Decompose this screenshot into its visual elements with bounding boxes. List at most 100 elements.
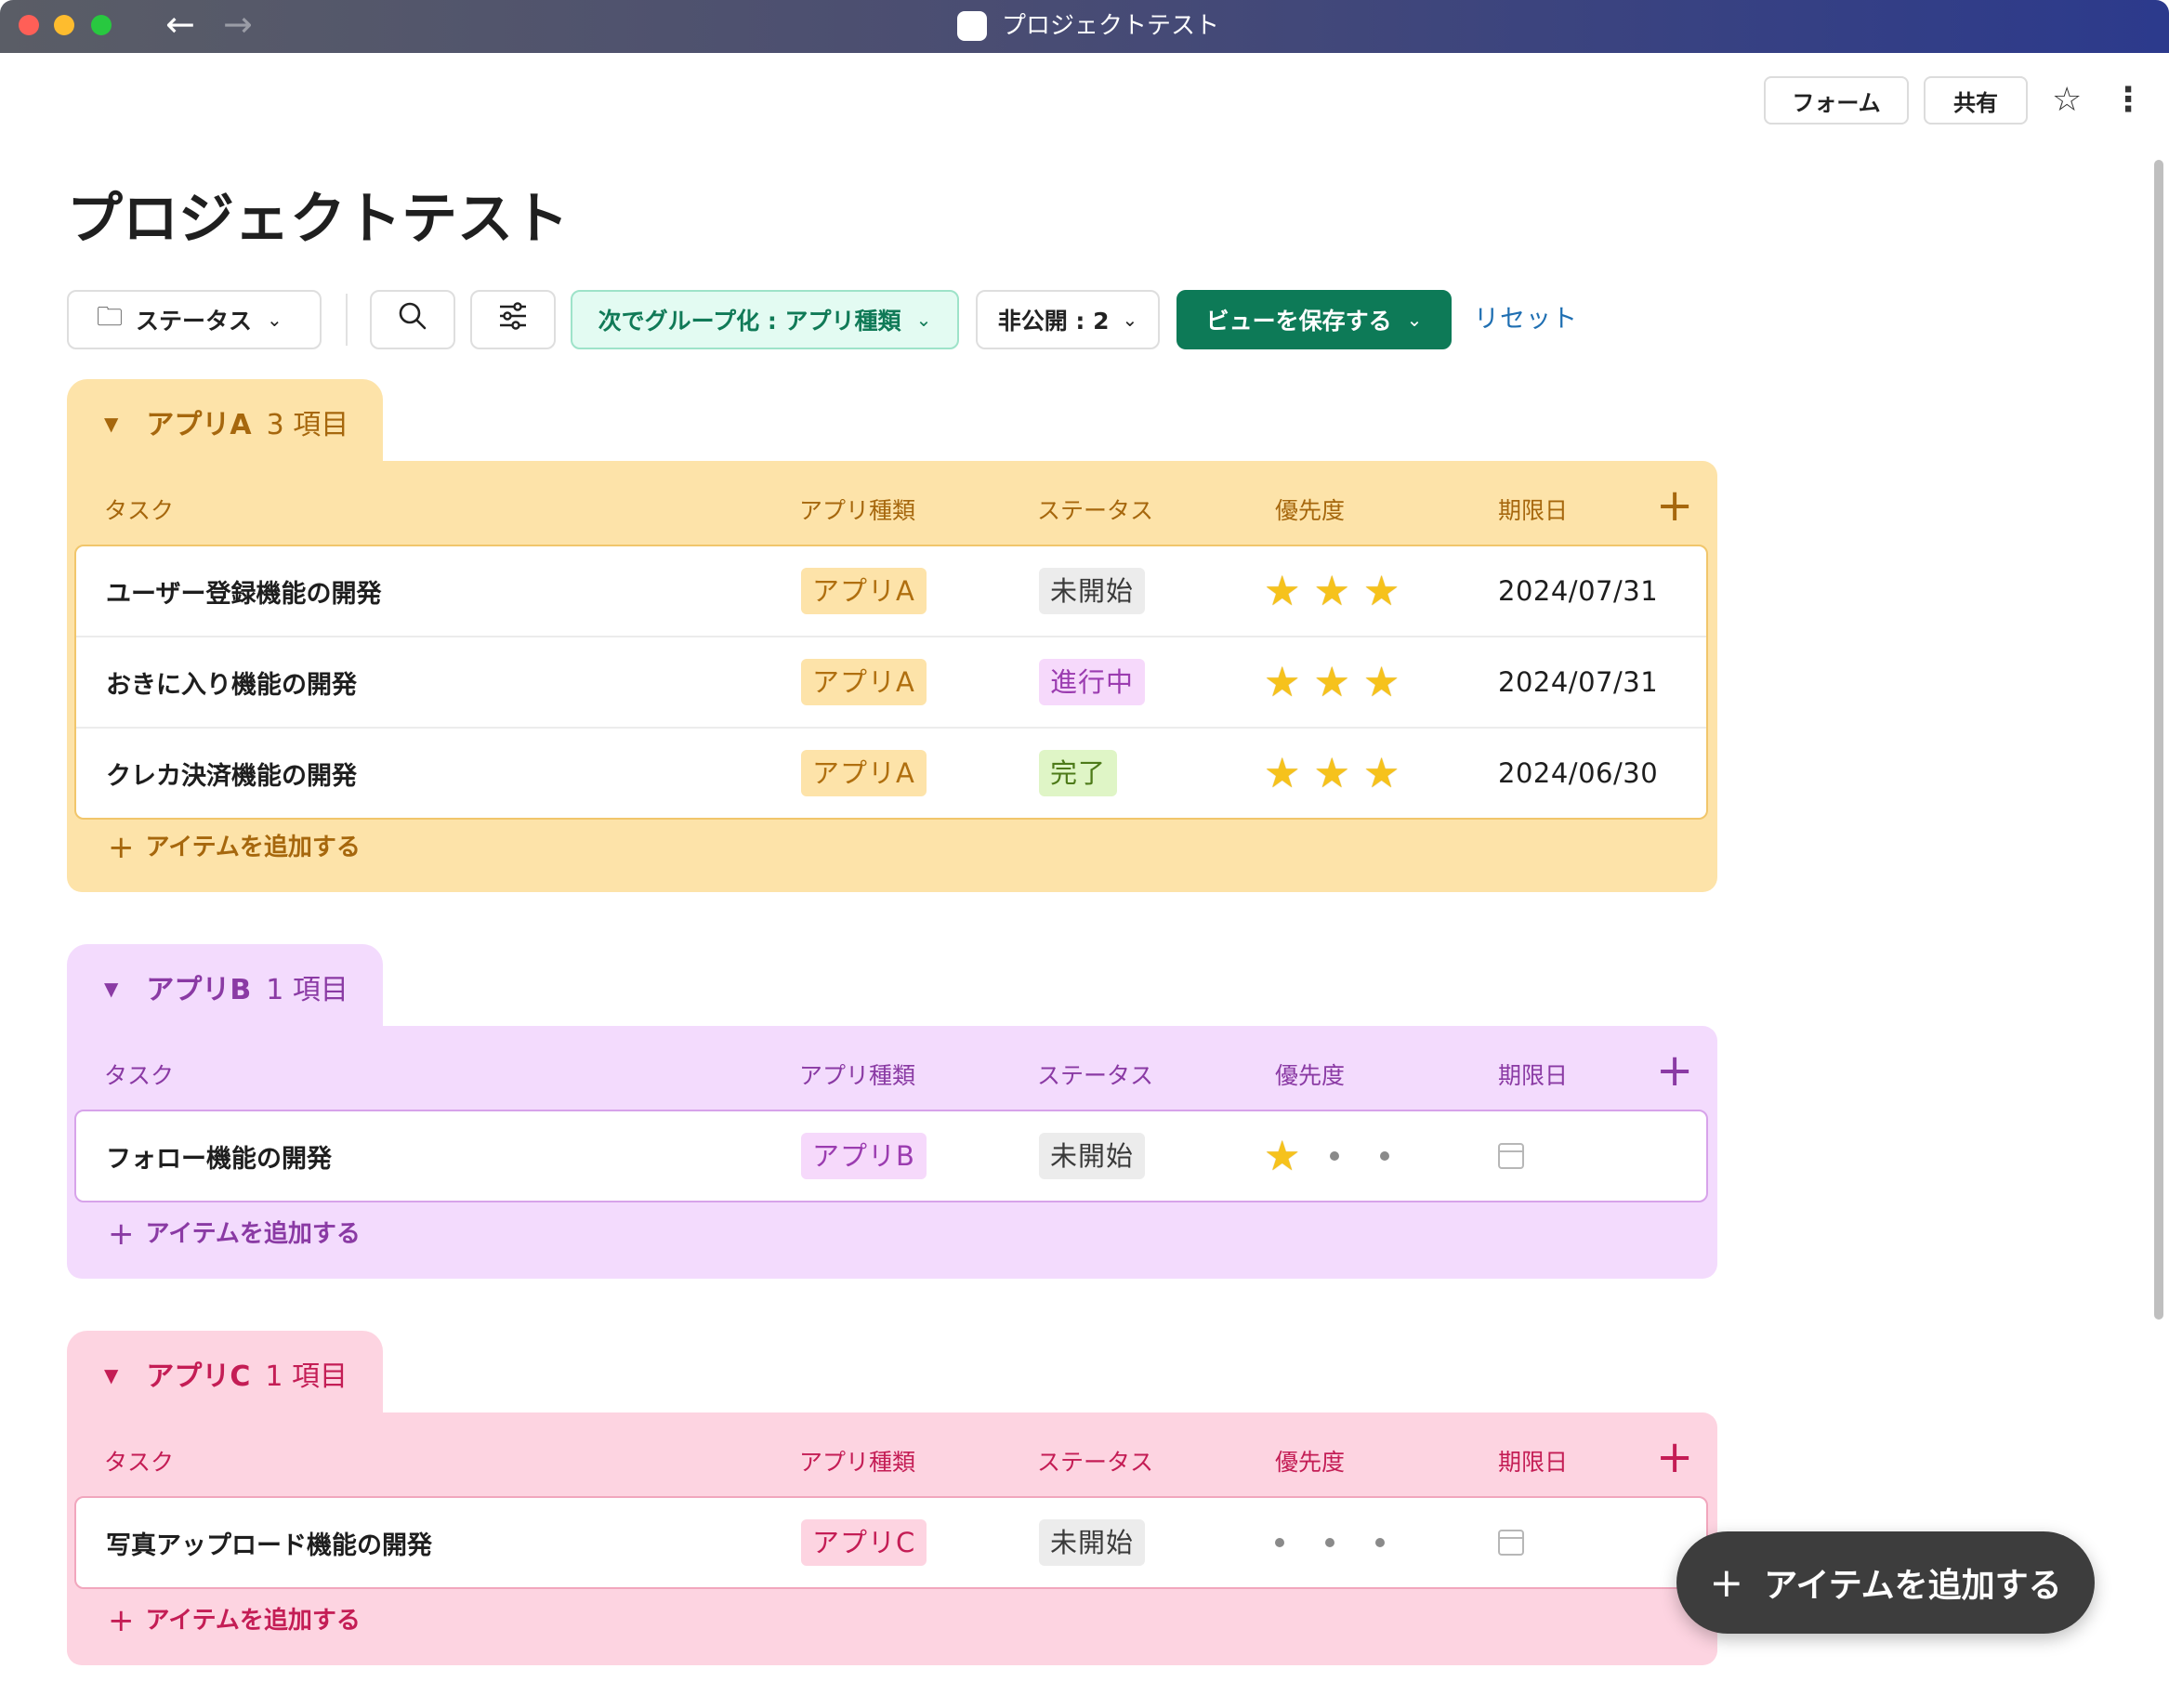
column-header-app-type[interactable]: アプリ種類 — [799, 1059, 915, 1093]
status-badge[interactable]: 未開始 — [1039, 1519, 1146, 1566]
status-badge[interactable]: 未開始 — [1039, 1133, 1146, 1179]
column-header-due-date[interactable]: 期限日 — [1498, 1446, 1568, 1479]
save-view-button[interactable]: ビューを保存する ⌄ — [1177, 290, 1452, 349]
collapse-triangle-icon[interactable]: ▼ — [104, 1364, 118, 1386]
collapse-triangle-icon[interactable]: ▼ — [104, 413, 118, 435]
arrow-left-icon[interactable]: ← — [165, 6, 195, 43]
add-column-plus-icon[interactable]: + — [1656, 1043, 1693, 1098]
group-table: タスク アプリ種類 ステータス 優先度 期限日 + ユーザー登録機能の開発 アプ… — [67, 461, 1717, 892]
priority-rating[interactable] — [1275, 1498, 1409, 1587]
empty-rating-dot[interactable] — [1375, 1538, 1385, 1547]
task-name[interactable]: ユーザー登録機能の開発 — [106, 546, 381, 636]
star-icon[interactable]: ★ — [1313, 750, 1349, 797]
star-icon[interactable]: ★ — [1363, 659, 1400, 706]
priority-rating[interactable]: ★ ★ ★ — [1264, 637, 1413, 727]
add-item-button[interactable]: + アイテムを追加する — [108, 1217, 361, 1251]
due-date[interactable]: 2024/06/30 — [1498, 729, 1658, 818]
add-item-label: アイテムを追加する — [145, 834, 361, 861]
group-header-tab[interactable]: ▼ アプリC 1 項目 — [67, 1331, 383, 1424]
app-type-tag[interactable]: アプリA — [801, 750, 927, 796]
column-header-priority[interactable]: 優先度 — [1275, 1446, 1345, 1479]
add-item-button[interactable]: + アイテムを追加する — [108, 831, 361, 864]
column-header-task[interactable]: タスク — [104, 494, 174, 528]
task-name[interactable]: クレカ決済機能の開発 — [106, 729, 357, 818]
table-row[interactable]: おきに入り機能の開発 アプリA 進行中 ★ ★ ★ 2024/07/31 — [76, 637, 1706, 729]
zoom-window-button[interactable] — [91, 15, 112, 35]
group-by-button[interactable]: 次でグループ化 : アプリ種類 ⌄ — [571, 290, 959, 349]
app-type-tag[interactable]: アプリA — [801, 659, 927, 705]
status-badge[interactable]: 未開始 — [1039, 568, 1146, 614]
app-logo-icon — [957, 11, 987, 41]
priority-rating[interactable]: ★ ★ ★ — [1264, 546, 1413, 636]
table-row[interactable]: 写真アップロード機能の開発 アプリC 未開始 — [76, 1498, 1706, 1587]
status-badge[interactable]: 完了 — [1039, 750, 1118, 796]
empty-rating-dot[interactable] — [1380, 1151, 1390, 1161]
star-icon[interactable]: ★ — [1363, 750, 1400, 797]
column-header-due-date[interactable]: 期限日 — [1498, 1059, 1568, 1093]
star-icon[interactable]: ★ — [1313, 659, 1349, 706]
column-header-status[interactable]: ステータス — [1037, 494, 1153, 528]
status-badge[interactable]: 進行中 — [1039, 659, 1146, 705]
chevron-down-icon: ⌄ — [915, 309, 932, 331]
column-header-status[interactable]: ステータス — [1037, 1059, 1153, 1093]
task-name[interactable]: おきに入り機能の開発 — [106, 637, 357, 727]
arrow-right-icon[interactable]: → — [223, 6, 253, 43]
column-header-due-date[interactable]: 期限日 — [1498, 494, 1568, 528]
table-row[interactable]: フォロー機能の開発 アプリB 未開始 ★ — [76, 1111, 1706, 1201]
priority-rating[interactable]: ★ ★ ★ — [1264, 729, 1413, 818]
due-date-empty[interactable] — [1498, 1498, 1524, 1587]
due-date[interactable]: 2024/07/31 — [1498, 637, 1658, 727]
empty-rating-dot[interactable] — [1330, 1151, 1340, 1161]
favorite-star-icon[interactable]: ☆ — [2052, 80, 2082, 121]
column-header-task[interactable]: タスク — [104, 1446, 174, 1479]
column-header-priority[interactable]: 優先度 — [1275, 494, 1345, 528]
add-item-button[interactable]: + アイテムを追加する — [108, 1604, 361, 1637]
plus-icon: + — [108, 1215, 135, 1253]
calendar-icon[interactable] — [1498, 1530, 1524, 1556]
floating-add-item-button[interactable]: + アイテムを追加する — [1676, 1531, 2095, 1634]
due-date[interactable]: 2024/07/31 — [1498, 546, 1658, 636]
empty-rating-dot[interactable] — [1325, 1538, 1334, 1547]
star-icon[interactable]: ★ — [1264, 1133, 1300, 1180]
column-header-status[interactable]: ステータス — [1037, 1446, 1153, 1479]
priority-rating[interactable]: ★ — [1264, 1111, 1413, 1201]
app-type-tag[interactable]: アプリA — [801, 568, 927, 614]
table-row[interactable]: ユーザー登録機能の開発 アプリA 未開始 ★ ★ ★ 2024/07/31 — [76, 546, 1706, 637]
star-icon[interactable]: ★ — [1363, 568, 1400, 615]
star-icon[interactable]: ★ — [1264, 750, 1300, 797]
column-header-app-type[interactable]: アプリ種類 — [799, 494, 915, 528]
group-header-tab[interactable]: ▼ アプリA 3 項目 — [67, 379, 383, 472]
group-header-tab[interactable]: ▼ アプリB 1 項目 — [67, 944, 383, 1037]
close-window-button[interactable] — [19, 15, 39, 35]
due-date-empty[interactable] — [1498, 1111, 1524, 1201]
search-icon — [397, 300, 428, 340]
add-column-plus-icon[interactable]: + — [1656, 478, 1693, 533]
hidden-fields-button[interactable]: 非公開 : 2 ⌄ — [976, 290, 1160, 349]
table-row[interactable]: クレカ決済機能の開発 アプリA 完了 ★ ★ ★ 2024/06/30 — [76, 729, 1706, 818]
app-type-tag[interactable]: アプリB — [801, 1133, 927, 1179]
form-button[interactable]: フォーム — [1764, 76, 1909, 125]
task-name[interactable]: フォロー機能の開発 — [106, 1111, 332, 1201]
empty-rating-dot[interactable] — [1275, 1538, 1284, 1547]
search-button[interactable] — [370, 290, 455, 349]
vertical-scrollbar[interactable] — [2154, 160, 2163, 1320]
minimize-window-button[interactable] — [54, 15, 74, 35]
more-options-kebab-icon[interactable]: ⋮ — [2111, 80, 2145, 121]
star-icon[interactable]: ★ — [1264, 568, 1300, 615]
column-header-task[interactable]: タスク — [104, 1059, 174, 1093]
star-icon[interactable]: ★ — [1313, 568, 1349, 615]
collapse-triangle-icon[interactable]: ▼ — [104, 978, 118, 1000]
status-view-button[interactable]: 🗀 ステータス ⌄ — [67, 290, 322, 349]
app-type-tag[interactable]: アプリC — [801, 1519, 927, 1566]
column-header-app-type[interactable]: アプリ種類 — [799, 1446, 915, 1479]
share-button[interactable]: 共有 — [1924, 76, 2028, 125]
star-icon[interactable]: ★ — [1264, 659, 1300, 706]
filter-settings-button[interactable] — [470, 290, 556, 349]
task-name[interactable]: 写真アップロード機能の開発 — [106, 1498, 432, 1587]
column-header-priority[interactable]: 優先度 — [1275, 1059, 1345, 1093]
reset-link[interactable]: リセット — [1474, 303, 1578, 336]
add-column-plus-icon[interactable]: + — [1656, 1429, 1693, 1485]
group-name: アプリB — [146, 974, 252, 1006]
calendar-icon[interactable] — [1498, 1143, 1524, 1169]
group-by-label: 次でグループ化 : アプリ種類 — [598, 308, 901, 335]
